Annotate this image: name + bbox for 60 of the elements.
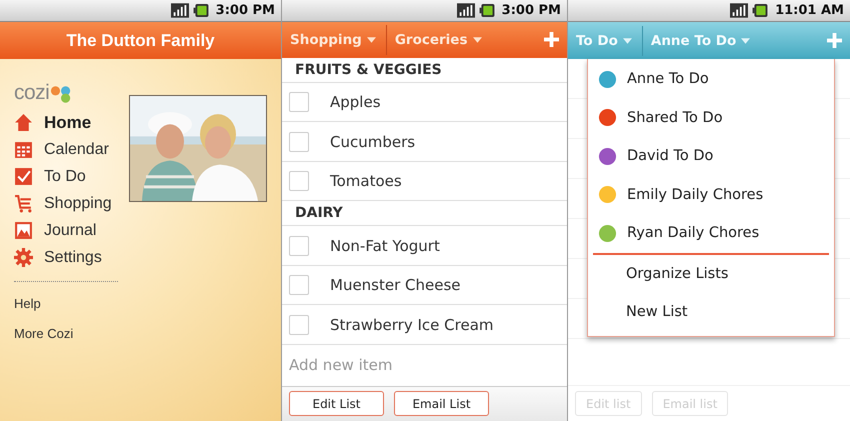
item-label: Muenster Cheese xyxy=(330,276,461,294)
menu-link[interactable]: Help xyxy=(14,294,123,324)
section-heading: DAIRY xyxy=(282,201,567,226)
checkbox[interactable] xyxy=(289,314,309,334)
signal-icon xyxy=(730,3,748,18)
battery-icon xyxy=(752,4,768,17)
list-menu-item[interactable]: Ryan Daily Chores xyxy=(588,214,834,252)
item-label: Strawberry Ice Cream xyxy=(330,316,494,334)
logo-text: cozi xyxy=(14,83,50,103)
nav-item[interactable]: Journal xyxy=(14,217,123,244)
status-time: 3:00 PM xyxy=(502,2,561,18)
nav-item[interactable]: To Do xyxy=(14,163,123,190)
cart-icon xyxy=(14,194,33,213)
caret-icon xyxy=(472,36,482,43)
nav-item[interactable]: Shopping xyxy=(14,190,123,217)
status-time: 3:00 PM xyxy=(216,3,275,18)
settings-icon xyxy=(14,248,33,267)
menu-action[interactable]: Organize Lists xyxy=(588,254,834,293)
nav-item[interactable]: Calendar xyxy=(14,136,123,163)
list-menu-item[interactable]: Shared To Do xyxy=(588,98,834,137)
list-menu-item[interactable]: David To Do xyxy=(588,137,834,176)
nav-item[interactable]: Home xyxy=(14,109,123,136)
color-dot xyxy=(598,146,617,166)
battery-icon xyxy=(192,4,209,17)
section-heading: FRUITS & VEGGIES xyxy=(282,58,567,83)
family-title: The Dutton Family xyxy=(66,30,215,50)
menu-action[interactable]: New List xyxy=(588,293,834,332)
list-menu-item[interactable]: Anne To Do xyxy=(588,60,834,98)
color-dot xyxy=(598,108,617,128)
add-icon[interactable] xyxy=(544,32,559,48)
journal-icon xyxy=(14,221,33,240)
item-label: Cucumbers xyxy=(330,132,416,150)
checkbox[interactable] xyxy=(289,275,309,295)
status-time: 11:01 AM xyxy=(775,3,844,18)
checkbox[interactable] xyxy=(289,236,309,256)
color-dot xyxy=(598,70,617,89)
menu-link[interactable]: More Cozi xyxy=(14,324,123,354)
checkbox[interactable] xyxy=(289,171,309,191)
item-label: Non-Fat Yogurt xyxy=(330,236,440,254)
battery-icon xyxy=(478,4,495,17)
nav-item[interactable]: Settings xyxy=(14,244,123,271)
home-icon xyxy=(14,113,33,132)
caret-icon xyxy=(366,36,376,43)
caret-icon xyxy=(741,38,750,44)
signal-icon xyxy=(170,3,189,18)
color-dot xyxy=(598,185,617,204)
checkbox-icon xyxy=(14,167,33,186)
calendar-icon xyxy=(14,140,33,159)
signal-icon xyxy=(456,2,475,18)
item-label: Apples xyxy=(330,93,381,111)
item-label: Tomatoes xyxy=(330,172,402,190)
add-icon[interactable] xyxy=(827,33,842,48)
color-dot xyxy=(598,224,617,243)
checkbox[interactable] xyxy=(289,132,309,152)
caret-icon xyxy=(622,38,632,44)
list-button[interactable]: Edit List xyxy=(289,391,384,416)
logo-icon xyxy=(50,86,72,103)
checkbox[interactable] xyxy=(289,92,309,112)
list-menu-item[interactable]: Emily Daily Chores xyxy=(588,176,834,214)
list-button[interactable]: Email List xyxy=(394,391,489,416)
